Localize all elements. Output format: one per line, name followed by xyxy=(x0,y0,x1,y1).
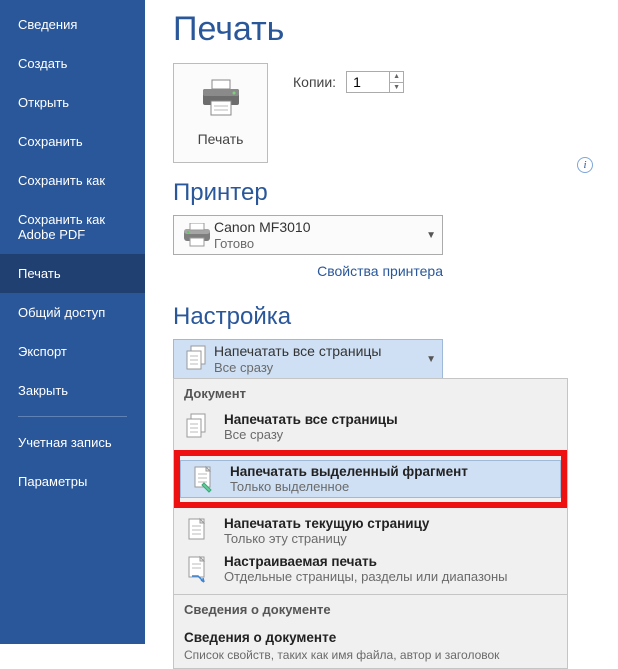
backstage-sidebar: Сведения Создать Открыть Сохранить Сохра… xyxy=(0,0,145,644)
page-custom-icon xyxy=(186,555,208,583)
page-title: Печать xyxy=(173,10,593,49)
sidebar-item-saveas-pdf[interactable]: Сохранить как Adobe PDF xyxy=(0,200,145,254)
printer-heading: Принтер xyxy=(173,179,593,207)
sidebar-item-save[interactable]: Сохранить xyxy=(0,122,145,161)
print-button[interactable]: Печать xyxy=(173,63,268,163)
sidebar-item-export[interactable]: Экспорт xyxy=(0,332,145,371)
printer-status: Готово xyxy=(214,236,426,252)
copies-label: Копии: xyxy=(293,74,336,90)
sidebar-item-print[interactable]: Печать xyxy=(0,254,145,293)
sidebar-item-share[interactable]: Общий доступ xyxy=(0,293,145,332)
copies-down-icon[interactable]: ▼ xyxy=(389,83,403,93)
menu-group-docinfo: Сведения о документе xyxy=(174,595,567,624)
sidebar-item-new[interactable]: Создать xyxy=(0,44,145,83)
printer-small-icon xyxy=(182,223,212,247)
page-current-icon xyxy=(186,517,208,545)
menu-group-document: Документ xyxy=(174,379,567,408)
printer-properties-link[interactable]: Свойства принтера xyxy=(173,255,443,287)
copies-spinner[interactable]: ▲ ▼ xyxy=(346,71,404,93)
print-panel: Печать Печать Копии: ▲ ▼ xyxy=(145,0,618,644)
range-selected-title: Напечатать все страницы xyxy=(214,343,426,360)
sidebar-item-info[interactable]: Сведения xyxy=(0,5,145,44)
menu-item-all-pages[interactable]: Напечатать все страницы Все сразу xyxy=(174,408,567,446)
menu-item-selection[interactable]: Напечатать выделенный фрагмент Только вы… xyxy=(180,460,561,498)
chevron-down-icon: ▼ xyxy=(426,230,436,241)
sidebar-item-open[interactable]: Открыть xyxy=(0,83,145,122)
menu-item-docinfo[interactable]: Сведения о документе Список свойств, так… xyxy=(174,624,567,668)
print-range-menu: Документ Напечатать все страницы Все сра… xyxy=(173,378,568,669)
menu-item-current-page[interactable]: Напечатать текущую страницу Только эту с… xyxy=(174,512,567,550)
printer-dropdown[interactable]: Canon MF3010 Готово ▼ xyxy=(173,215,443,255)
highlighted-annotation: Напечатать выделенный фрагмент Только вы… xyxy=(174,450,567,508)
printer-name: Canon MF3010 xyxy=(214,219,426,236)
sidebar-divider xyxy=(18,416,127,417)
chevron-down-icon: ▼ xyxy=(426,354,436,365)
sidebar-item-close[interactable]: Закрыть xyxy=(0,371,145,410)
sidebar-item-options[interactable]: Параметры xyxy=(0,462,145,501)
range-selected-subtitle: Все сразу xyxy=(214,360,426,376)
sidebar-item-saveas[interactable]: Сохранить как xyxy=(0,161,145,200)
print-button-label: Печать xyxy=(198,131,244,147)
print-range-dropdown[interactable]: Напечатать все страницы Все сразу ▼ xyxy=(173,339,443,379)
copies-up-icon[interactable]: ▲ xyxy=(389,72,403,83)
info-icon[interactable]: i xyxy=(577,157,593,173)
copies-row: Копии: ▲ ▼ xyxy=(293,63,404,93)
menu-item-custom-range[interactable]: Настраиваемая печать Отдельные страницы,… xyxy=(174,550,567,588)
pages-icon xyxy=(185,345,209,373)
settings-heading: Настройка xyxy=(173,303,593,331)
printer-icon xyxy=(200,79,242,117)
pages-icon xyxy=(185,413,209,441)
sidebar-item-account[interactable]: Учетная запись xyxy=(0,423,145,462)
page-selection-icon xyxy=(192,465,214,493)
